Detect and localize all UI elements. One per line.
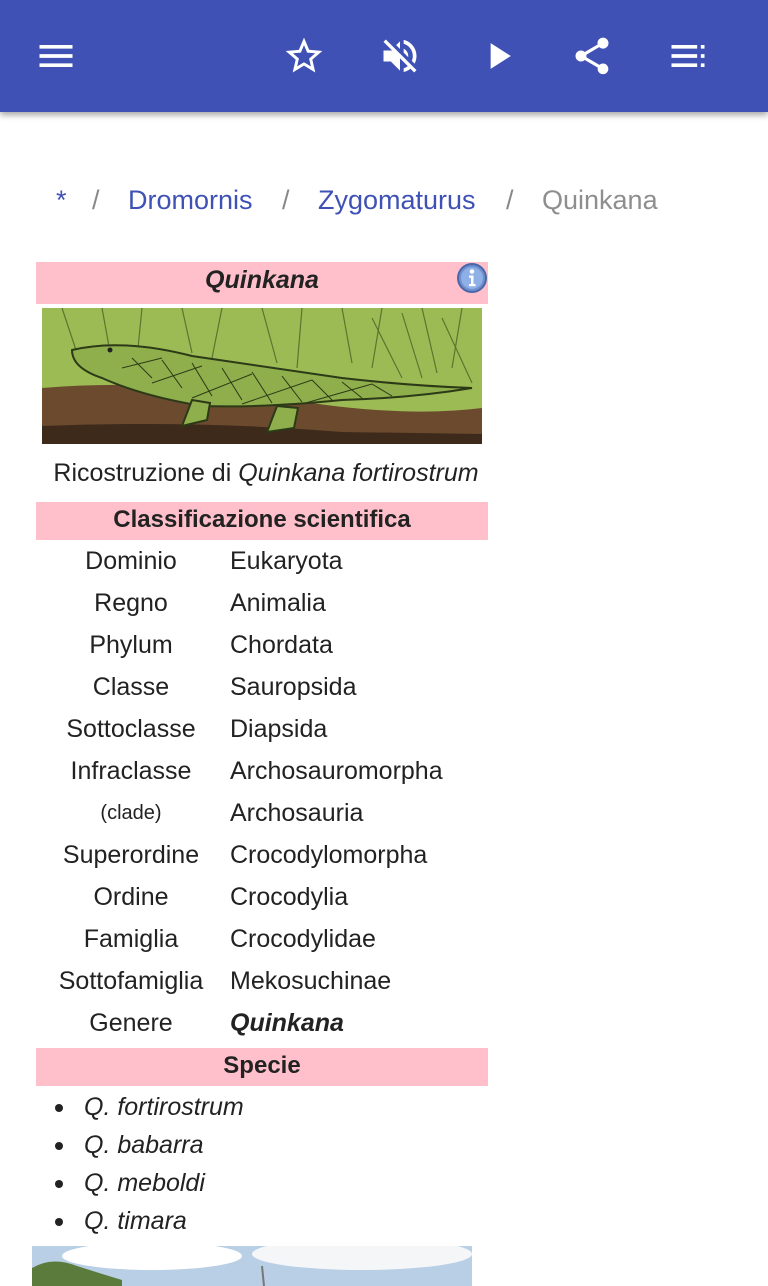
taxonomy-row: Regno Animalia bbox=[36, 582, 488, 624]
taxonomy-row: Infraclasse Archosauromorpha bbox=[36, 750, 488, 792]
rank-label: Sottofamiglia bbox=[58, 967, 204, 995]
species-item[interactable]: Q. meboldi bbox=[50, 1164, 244, 1202]
taxon-link[interactable]: Eukaryota bbox=[230, 540, 343, 582]
menu-button[interactable] bbox=[28, 28, 84, 84]
image-caption: Ricostruzione di Quinkana fortirostrum bbox=[36, 454, 496, 492]
taxon-link[interactable]: Diapsida bbox=[230, 708, 327, 750]
taxon-link[interactable]: Mekosuchinae bbox=[230, 960, 391, 1002]
taxonomy-row: Ordine Crocodylia bbox=[36, 876, 488, 918]
rank-label: Phylum bbox=[89, 631, 173, 659]
breadcrumb-item-zygomaturus[interactable]: Zygomaturus bbox=[318, 180, 476, 220]
quinkana-reconstruction-image bbox=[42, 308, 482, 444]
breadcrumb-item-dromornis[interactable]: Dromornis bbox=[128, 180, 253, 220]
breadcrumb-separator: / bbox=[282, 185, 290, 215]
taxon-link[interactable]: Archosauromorpha bbox=[230, 750, 443, 792]
rank-label: Genere bbox=[89, 1009, 173, 1037]
rank-label: Ordine bbox=[93, 883, 169, 911]
taxon-link[interactable]: Crocodylia bbox=[230, 876, 348, 918]
breadcrumb-current: Quinkana bbox=[542, 185, 658, 215]
rank-label: Regno bbox=[94, 589, 168, 617]
species-header: Specie bbox=[36, 1048, 488, 1086]
classification-header: Classificazione scientifica bbox=[36, 502, 488, 540]
favorite-button[interactable] bbox=[276, 28, 332, 84]
taxon-link[interactable]: Archosauria bbox=[230, 792, 363, 834]
species-item[interactable]: Q. fortirostrum bbox=[50, 1088, 244, 1126]
taxon-link[interactable]: Chordata bbox=[230, 624, 333, 666]
landscape-image bbox=[32, 1246, 472, 1286]
taxonomy-row: Superordine Crocodylomorpha bbox=[36, 834, 488, 876]
breadcrumb-root[interactable]: * bbox=[56, 180, 67, 220]
star-outline-icon bbox=[285, 37, 323, 73]
taxobox-title: Quinkana bbox=[36, 262, 488, 304]
breadcrumb-separator: / bbox=[92, 185, 100, 215]
taxonomy-row: Phylum Chordata bbox=[36, 624, 488, 666]
rank-label: Classe bbox=[92, 673, 170, 701]
share-button[interactable] bbox=[564, 28, 620, 84]
species-list: Q. fortirostrum Q. babarra Q. meboldi Q.… bbox=[50, 1088, 244, 1240]
contents-button[interactable] bbox=[660, 28, 716, 84]
rank-label: Infraclasse bbox=[70, 757, 192, 785]
taxonomy-row: Sottoclasse Diapsida bbox=[36, 708, 488, 750]
taxon-current: Quinkana bbox=[230, 1009, 344, 1037]
taxon-link[interactable]: Crocodylomorpha bbox=[230, 834, 427, 876]
rank-label: Sottoclasse bbox=[66, 715, 196, 743]
species-item[interactable]: Q. babarra bbox=[50, 1126, 244, 1164]
taxon-link[interactable]: Animalia bbox=[230, 582, 326, 624]
taxonomy-row: Dominio Eukaryota bbox=[36, 540, 488, 582]
rank-label: Dominio bbox=[85, 547, 177, 575]
rank-label: Famiglia bbox=[83, 925, 179, 953]
play-icon bbox=[490, 43, 511, 69]
taxon-link[interactable]: Crocodylidae bbox=[230, 918, 376, 960]
taxonomy-row: (clade) Archosauria bbox=[36, 792, 488, 834]
taxonomy-row: Sottofamiglia Mekosuchinae bbox=[36, 960, 488, 1002]
app-bar bbox=[0, 0, 768, 112]
rank-label: Superordine bbox=[62, 841, 200, 869]
share-icon bbox=[575, 37, 609, 75]
breadcrumb: * / Dromornis / Zygomaturus / Quinkana bbox=[0, 180, 768, 220]
taxonomy-row: Genere Quinkana bbox=[36, 1002, 488, 1044]
menu-icon bbox=[39, 45, 73, 67]
playlist-icon bbox=[671, 45, 705, 67]
info-icon[interactable] bbox=[456, 262, 488, 294]
mute-button[interactable] bbox=[372, 28, 428, 84]
rank-label: (clade) bbox=[100, 802, 162, 824]
play-button[interactable] bbox=[470, 28, 526, 84]
volume-off-icon bbox=[383, 39, 417, 73]
taxon-link[interactable]: Sauropsida bbox=[230, 666, 356, 708]
caption-species[interactable]: Quinkana fortirostrum bbox=[238, 459, 478, 487]
taxonomy-row: Classe Sauropsida bbox=[36, 666, 488, 708]
taxonomy-row: Famiglia Crocodylidae bbox=[36, 918, 488, 960]
caption-text: Ricostruzione di bbox=[53, 459, 239, 487]
breadcrumb-separator: / bbox=[506, 185, 514, 215]
species-item[interactable]: Q. timara bbox=[50, 1202, 244, 1240]
